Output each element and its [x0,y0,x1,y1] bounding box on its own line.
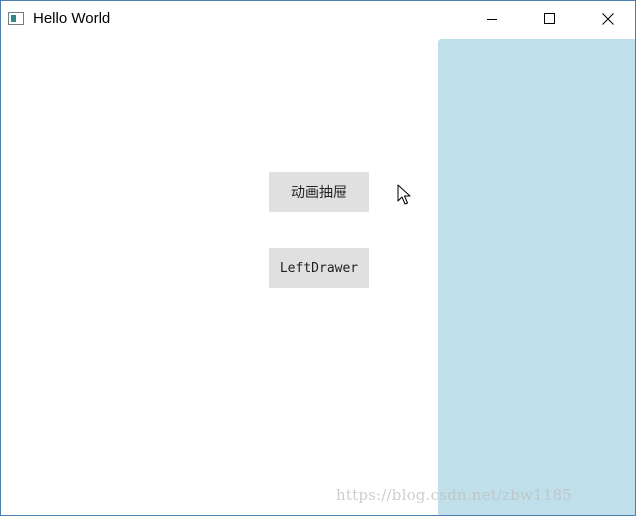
window-title: Hello World [33,10,111,27]
close-icon [602,13,614,25]
left-drawer-button[interactable]: LeftDrawer [269,248,369,288]
animate-drawer-button[interactable]: 动画抽屉 [269,172,369,212]
app-icon [8,12,24,25]
mouse-cursor-icon [397,184,411,205]
close-button[interactable] [585,1,631,37]
app-window: Hello World 动画抽屉 LeftDrawer https://blog… [0,0,636,516]
minimize-button[interactable] [469,1,515,37]
watermark-text: https://blog.csdn.net/zbw1185 [336,486,573,504]
title-bar[interactable]: Hello World [1,1,635,37]
maximize-button[interactable] [527,1,573,37]
window-content: 动画抽屉 LeftDrawer https://blog.csdn.net/zb… [1,37,635,515]
right-drawer-panel[interactable] [438,39,635,515]
maximize-icon [544,13,555,24]
minimize-icon [487,19,497,20]
